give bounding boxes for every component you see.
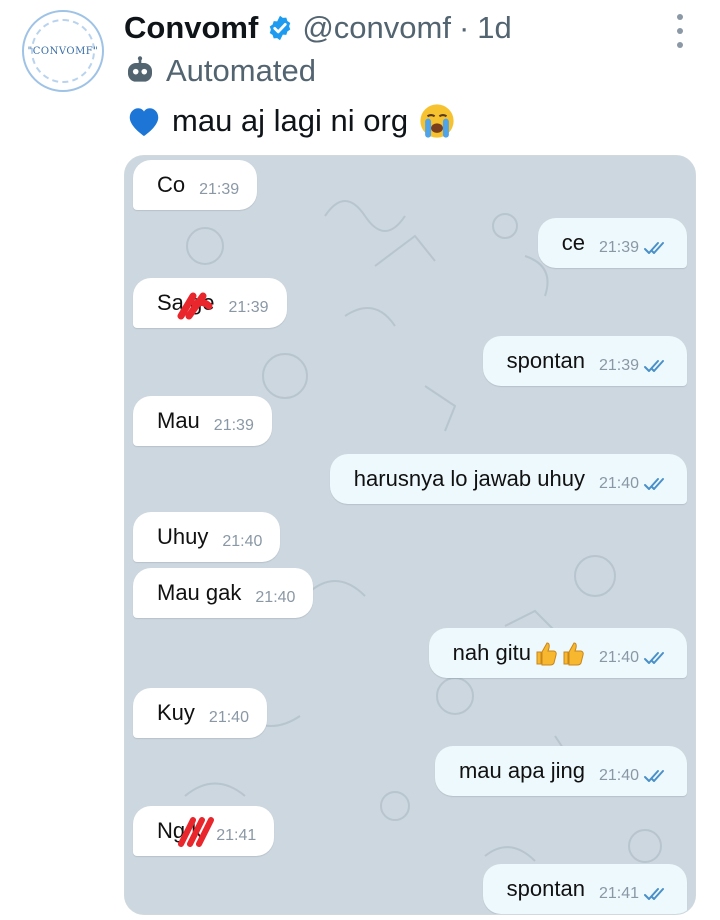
message-bubble-outgoing[interactable]: spontan 21:41 xyxy=(482,864,687,914)
message-time: 21:39 xyxy=(598,239,639,256)
message-bubble-outgoing[interactable]: nah gitu 21:40 xyxy=(428,628,687,678)
message-time: 21:40 xyxy=(222,533,263,550)
more-options-icon[interactable] xyxy=(666,14,694,48)
message-time: 21:40 xyxy=(598,767,639,784)
loudly-crying-face-icon xyxy=(420,104,454,138)
handle[interactable]: @convomf xyxy=(302,10,451,46)
message-text: Mau xyxy=(157,408,200,433)
message-text: nah gitu xyxy=(452,640,531,665)
message-text: harusnya lo jawab uhuy xyxy=(353,466,585,491)
message-text: Kuy xyxy=(157,700,195,725)
automated-label: Automated xyxy=(124,52,316,90)
redaction-scribble xyxy=(178,817,214,847)
thumbs-up-icon xyxy=(536,642,557,666)
display-name[interactable]: Convomf xyxy=(124,10,258,46)
message-text: ce xyxy=(561,230,585,255)
message-bubble-outgoing[interactable]: spontan 21:39 xyxy=(482,336,687,386)
message-time: 21:39 xyxy=(598,357,639,374)
message-bubble-incoming[interactable]: Kuy 21:40 xyxy=(133,688,267,738)
message-bubble-outgoing[interactable]: ce 21:39 xyxy=(537,218,687,268)
automated-text: Automated xyxy=(166,53,316,88)
message-text: mau apa jing xyxy=(458,758,585,783)
message-bubble-incoming[interactable]: Mau 21:39 xyxy=(133,396,272,446)
avatar[interactable]: "CONVOMF" xyxy=(22,10,104,92)
tweet-text: mau aj lagi ni org xyxy=(126,98,456,144)
thumbs-up-icon xyxy=(563,642,584,666)
message-bubble-incoming[interactable]: Mau gak 21:40 xyxy=(133,568,314,618)
message-time: 21:40 xyxy=(255,589,296,606)
message-bubble-incoming[interactable]: Sa ge 21:39 xyxy=(133,278,287,328)
tweet-body: mau aj lagi ni org xyxy=(172,103,409,138)
message-bubble-incoming[interactable]: Ng k 21:41 xyxy=(133,806,275,856)
read-check-icon xyxy=(644,652,664,664)
message-text: Co xyxy=(157,172,186,197)
chat-screenshot-image[interactable]: Co 21:39 ce 21:39 Sa ge 21:39 spontan 21… xyxy=(124,155,696,915)
message-time: 21:39 xyxy=(199,181,240,198)
redaction-scribble xyxy=(177,292,213,320)
message-time: 21:40 xyxy=(598,649,639,666)
message-bubble-incoming[interactable]: Co 21:39 xyxy=(133,160,258,210)
message-time: 21:41 xyxy=(598,885,639,902)
message-bubble-incoming[interactable]: Uhuy 21:40 xyxy=(133,512,281,562)
message-time: 21:39 xyxy=(228,299,269,316)
verified-badge-icon xyxy=(270,15,291,41)
read-check-icon xyxy=(644,242,664,254)
message-text: Uhuy xyxy=(157,524,209,549)
read-check-icon xyxy=(644,478,664,490)
message-text: spontan xyxy=(506,348,585,373)
message-text: spontan xyxy=(506,876,585,901)
message-time: 21:40 xyxy=(598,475,639,492)
message-bubble-outgoing[interactable]: harusnya lo jawab uhuy 21:40 xyxy=(329,454,687,504)
avatar-logo-text: "CONVOMF" xyxy=(27,45,99,57)
message-time: 21:41 xyxy=(216,827,257,844)
message-time: 21:39 xyxy=(213,417,254,434)
bot-icon xyxy=(128,56,152,82)
separator-dot: · xyxy=(458,10,470,45)
read-check-icon xyxy=(644,770,664,782)
blue-heart-icon xyxy=(129,108,159,136)
message-time: 21:40 xyxy=(208,709,249,726)
tweet-header: Convomf @convomf · 1d xyxy=(124,6,512,50)
post-age[interactable]: 1d xyxy=(477,10,511,46)
read-check-icon xyxy=(644,888,664,900)
message-text: Mau gak xyxy=(157,580,242,605)
message-bubble-outgoing[interactable]: mau apa jing 21:40 xyxy=(434,746,687,796)
read-check-icon xyxy=(644,360,664,372)
